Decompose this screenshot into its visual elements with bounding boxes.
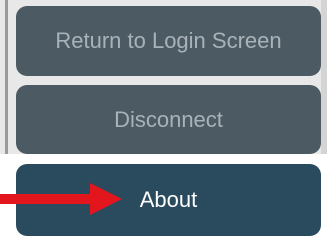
about-label: About [139, 187, 198, 212]
left-border [5, 0, 8, 154]
menu-screen: Return to Login Screen Disconnect About [0, 0, 327, 250]
red-arrow-icon [0, 183, 122, 215]
disconnect-button[interactable]: Disconnect [16, 85, 321, 154]
return-to-login-label: Return to Login Screen [55, 28, 282, 53]
return-to-login-button[interactable]: Return to Login Screen [16, 6, 321, 76]
disconnect-label: Disconnect [114, 106, 223, 132]
right-border [321, 0, 327, 154]
